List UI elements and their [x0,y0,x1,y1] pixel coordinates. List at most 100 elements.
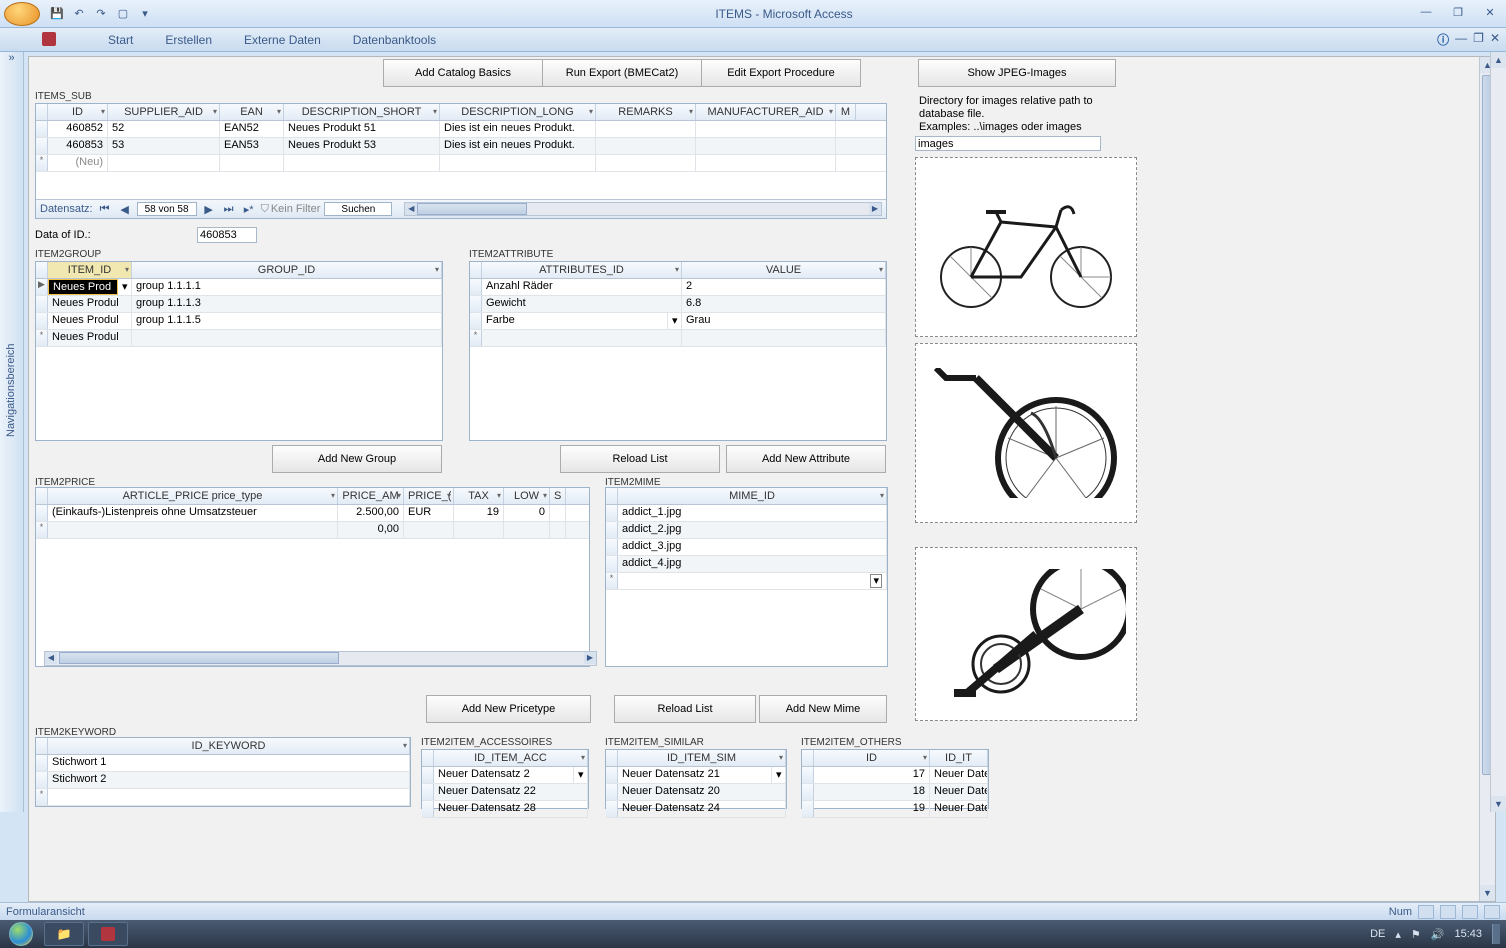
table-row[interactable]: Neuer Datensatz 2 ▾ [422,767,588,784]
recnav-next-icon[interactable]: ▶ [201,203,217,216]
scroll-down-icon[interactable]: ▼ [1491,796,1506,812]
table-row[interactable]: Stichwort 1 [36,755,410,772]
show-desktop-button[interactable] [1492,924,1500,944]
grid-item2attribute[interactable]: ATTRIBUTES_ID▾ VALUE▾ Anzahl Räder 2 Gew… [469,261,887,441]
col-price-currency[interactable]: PRICE_( [408,490,451,502]
scroll-up-icon[interactable]: ▲ [1491,52,1506,68]
new-row[interactable]: * Neues Produl [36,330,442,347]
col-id-keyword[interactable]: ID_KEYWORD [192,740,266,752]
grid-item2price[interactable]: ARTICLE_PRICE price_type▾ PRICE_AM▾ PRIC… [35,487,590,667]
table-row[interactable]: 18 Neuer Daten [802,784,988,801]
add-new-mime-button[interactable]: Add New Mime [759,695,887,723]
navigation-pane-collapsed[interactable]: » Navigationsbereich [0,52,24,812]
new-row[interactable]: *▾ [606,573,887,590]
mdi-close-button[interactable]: ✕ [1490,31,1500,48]
recnav-last-icon[interactable]: ⏭ [221,203,237,216]
undo-icon[interactable]: ↶ [70,5,88,23]
table-row[interactable]: addict_3.jpg [606,539,887,556]
table-row[interactable]: Neues Produl group 1.1.1.3 [36,296,442,313]
minimize-button[interactable]: — [1414,6,1438,22]
recnav-search-input[interactable] [324,202,392,216]
grid-item2item-acc[interactable]: ID_ITEM_ACC ▾ Neuer Datensatz 2 ▾ Neuer D… [421,749,589,809]
table-row[interactable]: Gewicht 6.8 [470,296,886,313]
table-row[interactable]: addict_1.jpg [606,505,887,522]
maximize-button[interactable]: ❐ [1446,6,1470,22]
col-ean[interactable]: EAN [240,106,263,118]
tray-lang[interactable]: DE [1370,928,1385,940]
col-price-type[interactable]: ARTICLE_PRICE price_type [123,490,263,502]
add-new-attribute-button[interactable]: Add New Attribute [726,445,886,473]
dropdown-icon[interactable]: ▾ [668,313,682,329]
recnav-new-icon[interactable]: ▸* [241,203,257,216]
window-vertical-scrollbar[interactable]: ▲ ▼ [1490,52,1506,812]
close-button[interactable]: ✕ [1478,6,1502,22]
grid-item2item-sim[interactable]: ID_ITEM_SIM▾ Neuer Datensatz 21 ▾ Neuer … [605,749,787,809]
scroll-left-icon[interactable]: ◀ [45,652,57,664]
scroll-down-icon[interactable]: ▼ [1480,885,1495,901]
recnav-first-icon[interactable]: ⏮ [97,203,113,216]
tray-flag-icon[interactable]: ⚑ [1411,928,1421,941]
new-doc-icon[interactable]: ▢ [114,5,132,23]
new-row[interactable]: * (Neu) [36,155,886,172]
scroll-left-icon[interactable]: ◀ [405,203,417,215]
col-mime-id[interactable]: MIME_ID [729,490,775,502]
col-manufacturer-aid[interactable]: MANUFACTURER_AID [707,106,823,118]
scroll-thumb[interactable] [417,203,527,215]
new-row[interactable]: * [470,330,886,347]
tab-datenbanktools[interactable]: Datenbanktools [349,31,440,49]
help-icon[interactable]: ⓘ [1437,31,1449,48]
start-button[interactable] [0,920,42,948]
table-row[interactable]: 19 Neuer Daten [802,801,988,818]
table-row[interactable]: Farbe ▾ Grau [470,313,886,330]
table-row[interactable]: Neuer Datensatz 20 [606,784,786,801]
col-low[interactable]: LOW [514,490,539,502]
table-row[interactable]: (Einkaufs-)Listenpreis ohne Umsatzsteuer… [36,505,589,522]
col-tax[interactable]: TAX [468,490,489,502]
new-row[interactable]: * 0,00 [36,522,589,539]
tab-start[interactable]: Start [104,31,137,49]
tab-erstellen[interactable]: Erstellen [161,31,216,49]
col-id[interactable]: ID [72,106,83,118]
redo-icon[interactable]: ↷ [92,5,110,23]
table-row[interactable]: Stichwort 2 [36,772,410,789]
add-catalog-button[interactable]: Add Catalog Basics [383,59,543,87]
table-row[interactable]: Neuer Datensatz 24 [606,801,786,818]
table-row[interactable]: Neuer Datensatz 22 [422,784,588,801]
dropdown-icon[interactable]: ▾ [870,574,882,588]
col-id-item-acc[interactable]: ID_ITEM_ACC [474,752,547,764]
save-icon[interactable]: 💾 [48,5,66,23]
col-supplier-aid[interactable]: SUPPLIER_AID [124,106,203,118]
table-row[interactable]: 460853 53 EAN53 Neues Produkt 53 Dies is… [36,138,886,155]
new-row[interactable]: * [36,789,410,806]
table-row[interactable]: Neuer Datensatz 21 ▾ [606,767,786,784]
office-button[interactable] [4,2,40,26]
col-desc-long[interactable]: DESCRIPTION_LONG [461,106,573,118]
taskbar-access[interactable] [88,922,128,946]
view-layout-button[interactable] [1462,905,1478,919]
table-row[interactable]: ▶ Neues Prod ▾ group 1.1.1.1 [36,279,442,296]
grid-item2mime[interactable]: MIME_ID▾ addict_1.jpg addict_2.jpg addic… [605,487,888,667]
tray-show-hidden-icon[interactable]: ▴ [1395,928,1401,941]
images-path-input[interactable] [915,136,1101,151]
show-images-button[interactable]: Show JPEG-Images [918,59,1116,87]
view-design-button[interactable] [1484,905,1500,919]
table-row[interactable]: 17 Neuer Daten [802,767,988,784]
dropdown-icon[interactable]: ▾ [772,767,786,783]
table-row[interactable]: Anzahl Räder 2 [470,279,886,296]
grid-item2group[interactable]: ITEM_ID▾ GROUP_ID▾ ▶ Neues Prod ▾ group … [35,261,443,441]
add-new-group-button[interactable]: Add New Group [272,445,442,473]
edit-export-button[interactable]: Edit Export Procedure [701,59,861,87]
mdi-minimize-button[interactable]: — [1455,31,1467,48]
grid-item2keyword[interactable]: ID_KEYWORD▾ Stichwort 1 Stichwort 2 * [35,737,411,807]
scroll-right-icon[interactable]: ▶ [869,203,881,215]
tab-externe-daten[interactable]: Externe Daten [240,31,325,49]
col-id[interactable]: ID [866,752,877,764]
col-remarks[interactable]: REMARKS [618,106,672,118]
col-price-amount[interactable]: PRICE_AM [342,490,398,502]
dropdown-icon[interactable]: ▾ [574,767,588,783]
add-new-pricetype-button[interactable]: Add New Pricetype [426,695,591,723]
view-form-button[interactable] [1418,905,1434,919]
table-row[interactable]: Neuer Datensatz 28 [422,801,588,818]
taskbar-explorer[interactable]: 📁 [44,922,84,946]
scroll-right-icon[interactable]: ▶ [584,652,596,664]
